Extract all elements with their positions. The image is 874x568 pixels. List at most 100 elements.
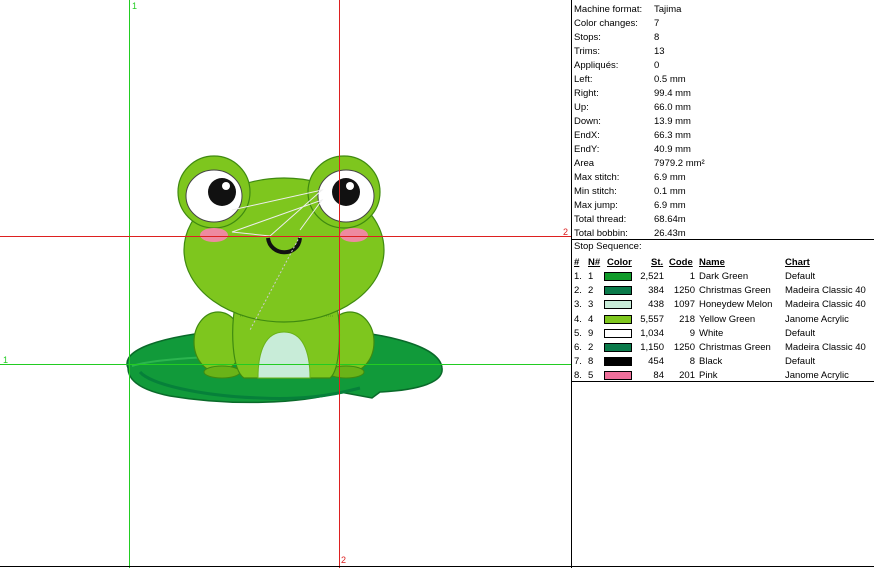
row-number: 3: [588, 299, 594, 311]
stat-label: Trims:: [574, 46, 601, 57]
divider: [572, 381, 874, 382]
row-stitches: 1,150: [640, 341, 664, 353]
row-name: Dark Green: [699, 271, 749, 282]
stat-value: 0: [654, 60, 660, 71]
stat-value: 8: [654, 32, 660, 43]
row-code: 1097: [673, 299, 695, 311]
header-index: #: [574, 257, 580, 268]
row-index: 6.: [574, 341, 582, 353]
header-name: Name: [699, 257, 725, 268]
stat-value: 13: [654, 46, 665, 57]
stat-value: 66.3 mm: [654, 130, 691, 141]
green-vertical-guide-label: 1: [132, 1, 138, 11]
stop-sequence-row: 4. 4 5,557 218 Yellow Green Janome Acrylic: [572, 313, 874, 327]
row-name: White: [699, 327, 724, 339]
design-info-panel: Machine format: Tajima Color changes: 7 Stop…: [571, 0, 874, 568]
row-number: 4: [588, 313, 594, 325]
color-swatch: [604, 371, 632, 381]
row-code: 218: [679, 313, 695, 325]
stop-sequence-row: 7. 8 454 8 Black Default: [572, 355, 874, 369]
color-swatch: [604, 342, 632, 352]
row-index: 3.: [574, 299, 582, 311]
row-chart: Madeira Classic 40: [785, 299, 866, 311]
stat-label: Min stitch:: [574, 186, 617, 197]
stat-label: Max jump:: [574, 200, 618, 211]
header-stitches: St.: [651, 257, 664, 268]
stat-value: 6.9 mm: [654, 172, 686, 183]
row-chart: Madeira Classic 40: [785, 341, 866, 353]
header-color: Color: [607, 257, 632, 268]
header-number: N#: [588, 257, 601, 268]
color-swatch: [604, 300, 632, 310]
color-swatch: [604, 314, 632, 324]
row-chart: Madeira Classic 40: [785, 285, 866, 297]
row-chart: Default: [785, 327, 816, 339]
row-code: 1250: [673, 341, 695, 353]
stop-sequence-title: Stop Sequence:: [574, 241, 642, 252]
stat-label: Right:: [574, 88, 599, 99]
stop-sequence-row: 6. 2 1,150 1250 Christmas Green Madeira Class…: [572, 341, 874, 355]
stat-value: 68.64m: [654, 214, 686, 225]
stat-label: Color changes:: [574, 18, 638, 29]
row-stitches: 438: [648, 299, 664, 311]
color-swatch: [604, 328, 632, 338]
row-index: 5.: [574, 327, 582, 339]
row-code: 1: [689, 271, 695, 282]
stop-sequence-row: 5. 9 1,034 9 White Default: [572, 327, 874, 341]
design-canvas[interactable]: 1 1 2 2: [0, 0, 571, 568]
row-stitches: 454: [648, 356, 664, 368]
stop-sequence-row: 1. 1 2,521 1 Dark Green Default: [572, 270, 874, 284]
stat-label: Down:: [574, 116, 601, 127]
row-number: 8: [588, 356, 594, 368]
stat-value: 0.5 mm: [654, 74, 686, 85]
stat-label: Area: [574, 158, 595, 169]
row-index: 4.: [574, 313, 582, 325]
stat-value: 7: [654, 18, 660, 29]
stat-label: Up:: [574, 102, 589, 113]
stat-value: 13.9 mm: [654, 116, 691, 127]
stat-label: Max stitch:: [574, 172, 620, 183]
divider: [572, 239, 874, 240]
row-stitches: 5,557: [640, 313, 664, 325]
red-vertical-guide-label: 2: [341, 555, 347, 565]
stat-value: 40.9 mm: [654, 144, 691, 155]
row-name: Honeydew Melon: [699, 299, 773, 311]
header-chart: Chart: [785, 257, 810, 268]
row-index: 2.: [574, 285, 582, 297]
header-code: Code: [669, 257, 693, 268]
stat-value: 99.4 mm: [654, 88, 691, 99]
color-swatch: [604, 272, 632, 281]
row-index: 1.: [574, 271, 582, 282]
row-code: 9: [689, 327, 695, 339]
row-number: 2: [588, 341, 594, 353]
row-number: 9: [588, 327, 594, 339]
stat-value: 66.0 mm: [654, 102, 691, 113]
row-name: Christmas Green: [699, 285, 771, 297]
stop-sequence-row: 3. 3 438 1097 Honeydew Melon Madeira Classic …: [572, 298, 874, 312]
color-swatch: [604, 357, 632, 367]
stop-sequence-header: # N# Color St. Code Name Chart: [572, 256, 874, 270]
stat-label: Total thread:: [574, 214, 627, 225]
frog-head: [177, 155, 385, 331]
embroidery-design: [0, 0, 571, 568]
stat-value: Tajima: [654, 4, 682, 15]
row-stitches: 384: [648, 285, 664, 297]
green-horizontal-guide-label: 1: [3, 355, 9, 365]
row-chart: Default: [785, 356, 816, 368]
stop-sequence-table: # N# Color St. Code Name Chart 1. 1 2,521 1…: [572, 256, 874, 384]
stat-value: 7979.2 mm²: [654, 158, 705, 169]
row-number: 2: [588, 285, 594, 297]
stat-label: EndX:: [574, 130, 600, 141]
row-chart: Default: [785, 271, 816, 282]
stat-label: EndY:: [574, 144, 600, 155]
row-index: 7.: [574, 356, 582, 368]
row-stitches: 2,521: [640, 271, 664, 282]
row-stitches: 1,034: [640, 327, 664, 339]
color-swatch: [604, 286, 632, 296]
stat-label: Left:: [574, 74, 593, 85]
bottom-border: [0, 566, 874, 567]
stat-label: Stops:: [574, 32, 601, 43]
stat-value: 0.1 mm: [654, 186, 686, 197]
row-name: Christmas Green: [699, 341, 771, 353]
stat-label: Appliqués:: [574, 60, 619, 71]
